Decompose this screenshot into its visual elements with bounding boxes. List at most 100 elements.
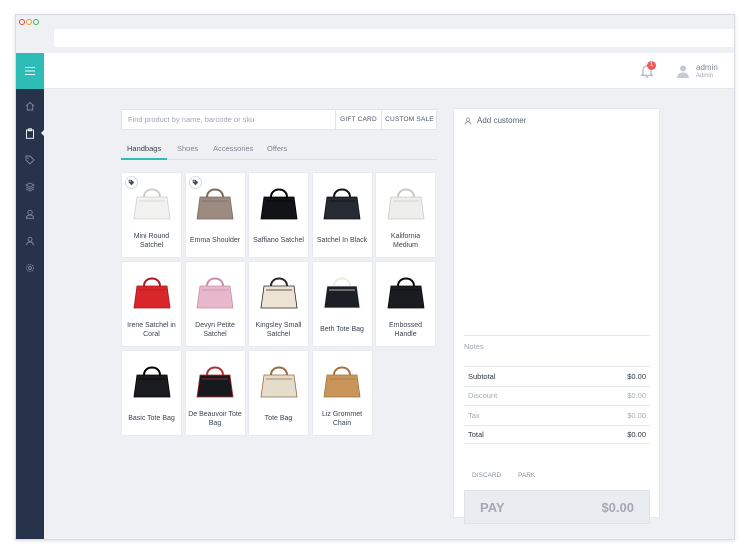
product-card[interactable]: Basic Tote Bag: [121, 350, 182, 436]
total-row: Total $0.00: [464, 424, 650, 444]
offer-tag-icon: [125, 176, 138, 189]
product-name: Tote Bag: [264, 415, 293, 423]
subtotal-label: Subtotal: [468, 371, 496, 381]
handbag-icon: [133, 366, 170, 398]
handbag-icon: [387, 277, 424, 309]
product-name: Mini Round Satchel: [133, 232, 170, 250]
product-card[interactable]: Beth Tote Bag: [311, 261, 373, 347]
custom-sale-button[interactable]: CUSTOM SALE: [381, 110, 437, 129]
tab-handbags[interactable]: Handbags: [121, 144, 168, 160]
maximize-window-dot[interactable]: [33, 19, 39, 25]
product-image: [122, 266, 181, 314]
handbag-icon: [260, 188, 297, 220]
product-image: [376, 177, 435, 225]
product-card[interactable]: Mini Round Satchel: [121, 172, 182, 258]
clipboard-icon: [26, 127, 34, 139]
product-name: Devyn Petite Satchel: [195, 321, 235, 339]
product-card[interactable]: Tote Bag: [248, 350, 309, 436]
product-name: Liz Grommet Chain: [321, 410, 363, 428]
pay-label: PAY: [480, 499, 505, 515]
category-tabs: Handbags Shoes Accessories Offers: [121, 142, 437, 160]
product-card[interactable]: Saffiano Satchel: [248, 172, 309, 258]
product-card[interactable]: Devyn Petite Satchel: [184, 261, 246, 347]
tax-label: Tax: [468, 410, 480, 420]
sidebar: [16, 53, 45, 539]
close-window-dot[interactable]: [19, 19, 25, 25]
handbag-icon: [196, 277, 234, 309]
offer-tag-icon: [188, 176, 202, 189]
minimize-window-dot[interactable]: [26, 19, 32, 25]
park-button[interactable]: PARK: [518, 472, 535, 479]
handbag-icon: [133, 277, 170, 309]
user-name[interactable]: admin: [696, 63, 718, 72]
product-search-bar: GIFT CARD CUSTOM SALE: [121, 109, 437, 130]
subtotal-value: $0.00: [627, 371, 646, 381]
menu-toggle-button[interactable]: [16, 53, 44, 89]
cart-panel: Add customer Notes Subtotal $0.00 Discou…: [453, 108, 660, 524]
sidebar-item-settings[interactable]: [16, 255, 44, 281]
product-name: Basic Tote Bag: [128, 415, 175, 423]
product-name: Beth Tote Bag: [320, 326, 364, 334]
top-bar: 1 admin Admin: [44, 53, 734, 89]
handbag-icon: [323, 277, 361, 309]
hamburger-icon: [25, 67, 35, 75]
product-name: Satchel In Black: [316, 237, 368, 245]
handbag-icon: [260, 366, 297, 398]
product-card[interactable]: Liz Grommet Chain: [311, 350, 373, 436]
avatar-icon[interactable]: [676, 64, 690, 78]
address-bar[interactable]: [54, 29, 734, 47]
tab-offers[interactable]: Offers: [267, 144, 287, 160]
product-image: [313, 266, 372, 314]
product-card[interactable]: Emma Shoulder: [184, 172, 246, 258]
product-image: [313, 355, 372, 403]
product-search-input[interactable]: [122, 110, 334, 129]
handbag-icon: [323, 188, 361, 220]
layers-icon: [25, 182, 35, 192]
product-name: Kalifornia Medium: [390, 232, 421, 250]
tab-shoes[interactable]: Shoes: [177, 144, 198, 160]
sidebar-item-home[interactable]: [16, 93, 44, 119]
product-card[interactable]: Kingsley Small Satchel: [248, 261, 309, 347]
product-name: Saffiano Satchel: [253, 237, 304, 245]
handbag-icon: [387, 188, 424, 220]
product-card[interactable]: Embossed Handle: [375, 261, 436, 347]
product-card[interactable]: De Beauvoir Tote Bag: [184, 350, 246, 436]
tax-value: $0.00: [627, 410, 646, 420]
add-customer-label: Add customer: [477, 116, 527, 125]
customer-icon: [25, 209, 35, 219]
handbag-icon: [323, 366, 361, 398]
sidebar-item-sell[interactable]: [16, 120, 45, 146]
product-image: [249, 266, 308, 314]
subtotal-row: Subtotal $0.00: [464, 366, 650, 386]
app-window: 1 admin Admin GIFT CARD CUSTOM SALE Hand…: [15, 14, 735, 540]
tag-icon: [25, 155, 35, 165]
total-label: Total: [468, 429, 484, 439]
tab-accessories[interactable]: Accessories: [213, 144, 253, 160]
product-image: [249, 355, 308, 403]
sidebar-item-customers[interactable]: [16, 201, 44, 227]
total-value: $0.00: [627, 429, 646, 439]
discard-button[interactable]: DISCARD: [472, 472, 501, 479]
discount-value: $0.00: [627, 391, 646, 401]
user-icon: [464, 117, 472, 125]
product-image: [249, 177, 308, 225]
sidebar-item-products[interactable]: [16, 147, 44, 173]
sidebar-item-users[interactable]: [16, 228, 44, 254]
product-card[interactable]: Kalifornia Medium: [375, 172, 436, 258]
product-image: [376, 266, 435, 314]
notes-field[interactable]: Notes: [464, 335, 650, 363]
handbag-icon: [260, 277, 297, 309]
notification-badge: 1: [647, 61, 656, 70]
add-customer-button[interactable]: Add customer: [464, 116, 526, 125]
product-card[interactable]: Irene Satchel in Coral: [121, 261, 182, 347]
product-card[interactable]: Satchel In Black: [311, 172, 373, 258]
product-image: [186, 266, 245, 314]
sidebar-item-inventory[interactable]: [16, 174, 44, 200]
discount-row[interactable]: Discount $0.00: [464, 385, 650, 406]
product-name: Irene Satchel in Coral: [127, 321, 176, 339]
product-name: De Beauvoir Tote Bag: [188, 410, 242, 428]
product-name: Kingsley Small Satchel: [255, 321, 302, 339]
gift-card-button[interactable]: GIFT CARD: [335, 110, 381, 129]
browser-titlebar: [16, 15, 734, 53]
pay-button[interactable]: PAY $0.00: [464, 490, 650, 524]
